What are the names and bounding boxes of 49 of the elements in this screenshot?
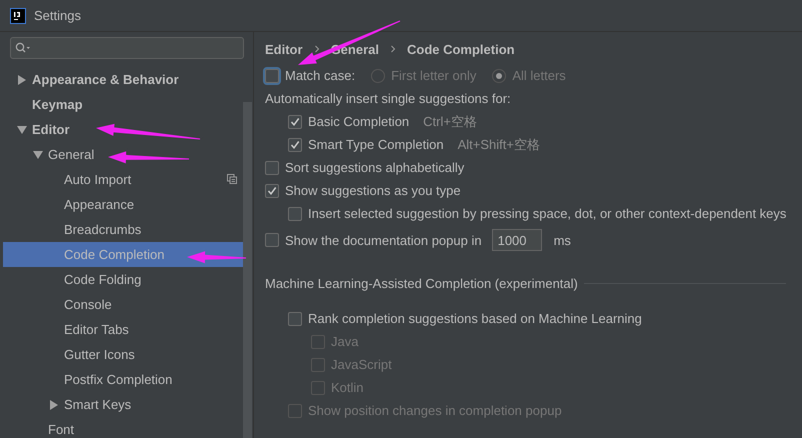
expanded-arrow-icon[interactable] xyxy=(17,124,27,134)
checkbox-label[interactable]: Show suggestions as you type xyxy=(285,183,461,198)
checkbox[interactable] xyxy=(288,312,302,326)
breadcrumb-item[interactable]: Code Completion xyxy=(406,42,515,56)
checkbox[interactable] xyxy=(265,233,279,247)
checkbox[interactable] xyxy=(265,160,279,174)
tree-item[interactable]: Console xyxy=(3,292,245,317)
checkbox-label[interactable]: Rank completion suggestions based on Machine Learning xyxy=(308,311,642,326)
search-icon xyxy=(15,42,31,54)
section-title: Machine Learning-Assisted Completion (experimental) xyxy=(265,276,578,290)
chevron-right-icon xyxy=(388,45,397,53)
checked-checkbox[interactable] xyxy=(288,114,302,128)
chevron-right-icon xyxy=(312,45,321,53)
shortcut-hint: Alt+Shift+空格 xyxy=(458,136,540,154)
tree-item[interactable]: Editor xyxy=(3,117,245,142)
tree-item[interactable]: Appearance & Behavior xyxy=(3,67,245,92)
unit-label: ms xyxy=(554,232,571,248)
checked-checkbox[interactable] xyxy=(288,138,302,152)
tree-item[interactable]: Smart Keys xyxy=(3,392,245,417)
search-field[interactable] xyxy=(10,37,244,59)
tree-item[interactable]: Font xyxy=(3,417,245,438)
expanded-arrow-icon[interactable] xyxy=(33,150,43,160)
checked-checkbox[interactable] xyxy=(265,184,279,198)
tree-item[interactable]: Postfix Completion xyxy=(3,367,245,392)
tree-item[interactable]: Editor Tabs xyxy=(3,317,245,342)
checkbox-label[interactable]: Match case: xyxy=(285,68,356,83)
collapsed-arrow-icon[interactable] xyxy=(49,400,59,410)
checkbox[interactable] xyxy=(288,206,302,220)
app-logo-icon xyxy=(10,8,26,24)
annotation-arrow xyxy=(187,251,246,264)
checkbox-label[interactable]: Sort suggestions alphabetically xyxy=(285,160,464,175)
checkbox-label[interactable]: Basic Completion xyxy=(308,114,410,129)
collapsed-arrow-icon[interactable] xyxy=(17,74,27,84)
breadcrumb-item[interactable]: Editor xyxy=(265,42,303,56)
window-title: Settings xyxy=(34,8,81,23)
tree-item[interactable]: Breadcrumbs xyxy=(3,217,245,242)
tree-item[interactable]: Auto Import xyxy=(3,167,245,192)
scrollbar[interactable] xyxy=(243,102,252,438)
checkbox-label[interactable]: Insert selected suggestion by pressing space, dot, or other context-dependent keys xyxy=(308,206,786,221)
tree-item[interactable]: Appearance xyxy=(3,192,245,217)
number-field[interactable]: 1000 xyxy=(492,229,542,251)
checkbox-label[interactable]: Show the documentation popup in xyxy=(285,232,482,248)
tree-item[interactable]: Keymap xyxy=(3,92,245,117)
tree-item[interactable]: Gutter Icons xyxy=(3,342,245,367)
tree-item[interactable]: General xyxy=(3,142,245,167)
shortcut-hint: Ctrl+空格 xyxy=(423,112,477,130)
checkbox-label[interactable]: Smart Type Completion xyxy=(308,137,444,152)
group-label: Automatically insert single suggestions for: xyxy=(265,91,511,106)
tree-item[interactable]: Code Folding xyxy=(3,267,245,292)
